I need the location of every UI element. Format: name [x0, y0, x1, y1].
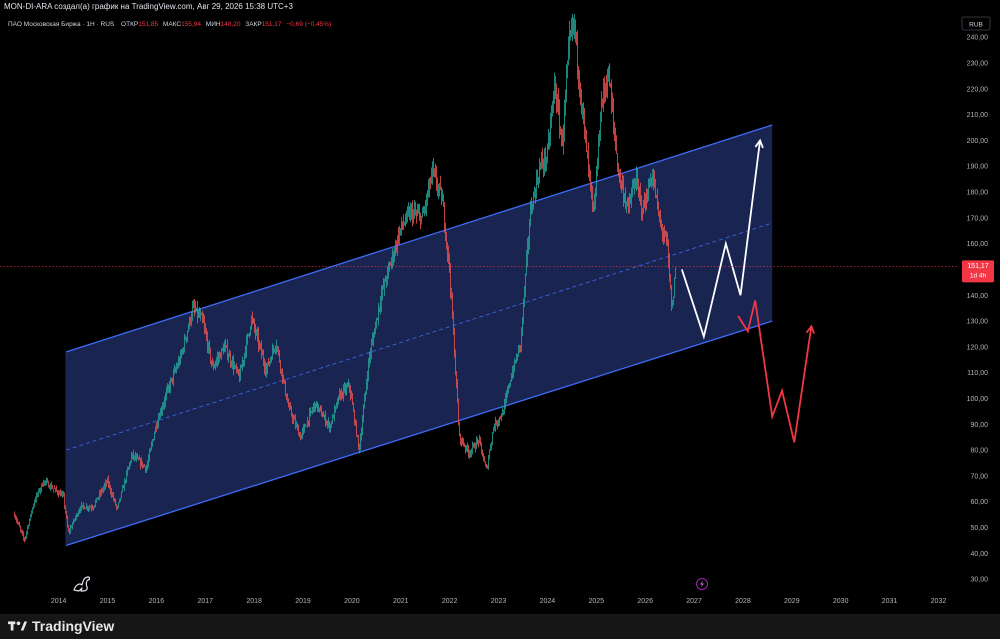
chart-canvas[interactable]: 30,00 40,00 50,00 60,00 70,00 80,00 90,00 100,0… — [0, 13, 1000, 614]
svg-text:ПАО Московская Биржа · 1Н · RU: ПАО Московская Биржа · 1Н · RUS ОТКР151,… — [8, 21, 331, 28]
brand-name: TradingView — [32, 618, 115, 634]
y-tick-label: 130,00 — [967, 319, 989, 326]
last-price-value: 151,17 — [967, 263, 989, 270]
y-tick-label: 110,00 — [967, 370, 988, 377]
x-tick-label: 2023 — [491, 598, 507, 605]
tradingview-logo[interactable]: TradingView — [8, 618, 114, 634]
x-tick-label: 2025 — [589, 598, 605, 605]
y-tick-label: 220,00 — [967, 86, 989, 93]
x-tick-label: 2016 — [149, 598, 165, 605]
legend-open-label: ОТКР — [121, 21, 138, 28]
x-tick-label: 2021 — [393, 598, 409, 605]
last-price-tag: 151,17 1d 4h — [962, 260, 994, 283]
legend-high-value: 155,94 — [181, 21, 201, 28]
y-tick-label: 90,00 — [970, 422, 988, 429]
x-tick-label: 2028 — [735, 598, 751, 605]
legend-low-label: МИН — [206, 21, 221, 28]
time-axis[interactable]: 2014 2015 2016 2017 2018 2019 2020 2021 2022 2023… — [51, 598, 946, 605]
currency-button[interactable]: RUB — [961, 16, 991, 31]
y-tick-label: 240,00 — [967, 35, 989, 42]
legend-low-value: 148,20 — [221, 21, 241, 28]
y-tick-label: 170,00 — [967, 215, 989, 222]
y-tick-label: 210,00 — [967, 112, 989, 119]
tradingview-icon — [8, 621, 28, 631]
legend-high-label: МАКС — [163, 21, 181, 28]
x-tick-label: 2017 — [197, 598, 213, 605]
x-tick-label: 2029 — [784, 598, 800, 605]
legend-close-value: 151,17 — [262, 21, 282, 28]
y-tick-label: 180,00 — [967, 190, 989, 197]
y-tick-label: 140,00 — [967, 293, 989, 300]
price-axis[interactable]: 30,00 40,00 50,00 60,00 70,00 80,00 90,00 100,0… — [967, 35, 989, 584]
y-tick-label: 230,00 — [967, 61, 989, 68]
y-tick-label: 30,00 — [970, 577, 988, 584]
x-tick-label: 2027 — [686, 598, 702, 605]
x-tick-label: 2026 — [637, 598, 653, 605]
legend: ПАО Московская Биржа · 1Н · RUS ОТКР151,… — [8, 21, 331, 28]
channel-fill — [65, 124, 773, 546]
x-tick-label: 2030 — [833, 598, 849, 605]
x-tick-label: 2019 — [295, 598, 311, 605]
x-tick-label: 2031 — [882, 598, 898, 605]
lightning-icon[interactable] — [696, 578, 708, 590]
attribution-bar: MON-DI-ARA создал(а) график на TradingVi… — [0, 0, 1000, 14]
legend-change: −0,69 (−0,45%) — [286, 21, 331, 28]
legend-open-value: 151,85 — [138, 21, 158, 28]
y-tick-label: 190,00 — [967, 164, 989, 171]
dino-icon[interactable] — [73, 576, 91, 592]
x-tick-label: 2014 — [51, 598, 67, 605]
y-tick-label: 100,00 — [967, 396, 989, 403]
candle-countdown: 1d 4h — [970, 272, 987, 279]
x-tick-label: 2032 — [931, 598, 947, 605]
currency-label: RUB — [969, 22, 983, 29]
x-tick-label: 2020 — [344, 598, 360, 605]
x-tick-label: 2022 — [442, 598, 458, 605]
legend-symbol: ПАО Московская Биржа · 1Н · RUS — [8, 21, 115, 28]
y-tick-label: 70,00 — [970, 473, 988, 480]
y-tick-label: 80,00 — [970, 448, 988, 455]
x-tick-label: 2018 — [246, 598, 262, 605]
y-tick-label: 60,00 — [970, 499, 988, 506]
y-tick-label: 160,00 — [967, 241, 989, 248]
y-tick-label: 200,00 — [967, 138, 989, 145]
price-chart[interactable]: 30,00 40,00 50,00 60,00 70,00 80,00 90,00 100,0… — [0, 13, 1000, 614]
y-tick-label: 40,00 — [970, 551, 988, 558]
footer-bar: TradingView — [0, 614, 1000, 639]
regression-channel[interactable] — [65, 124, 773, 547]
x-tick-label: 2015 — [100, 598, 116, 605]
attribution-text: MON-DI-ARA создал(а) график на TradingVi… — [4, 2, 293, 11]
y-tick-label: 50,00 — [970, 525, 988, 532]
y-tick-label: 120,00 — [967, 344, 989, 351]
x-tick-label: 2024 — [540, 598, 556, 605]
legend-close-label: ЗАКР — [245, 21, 261, 28]
